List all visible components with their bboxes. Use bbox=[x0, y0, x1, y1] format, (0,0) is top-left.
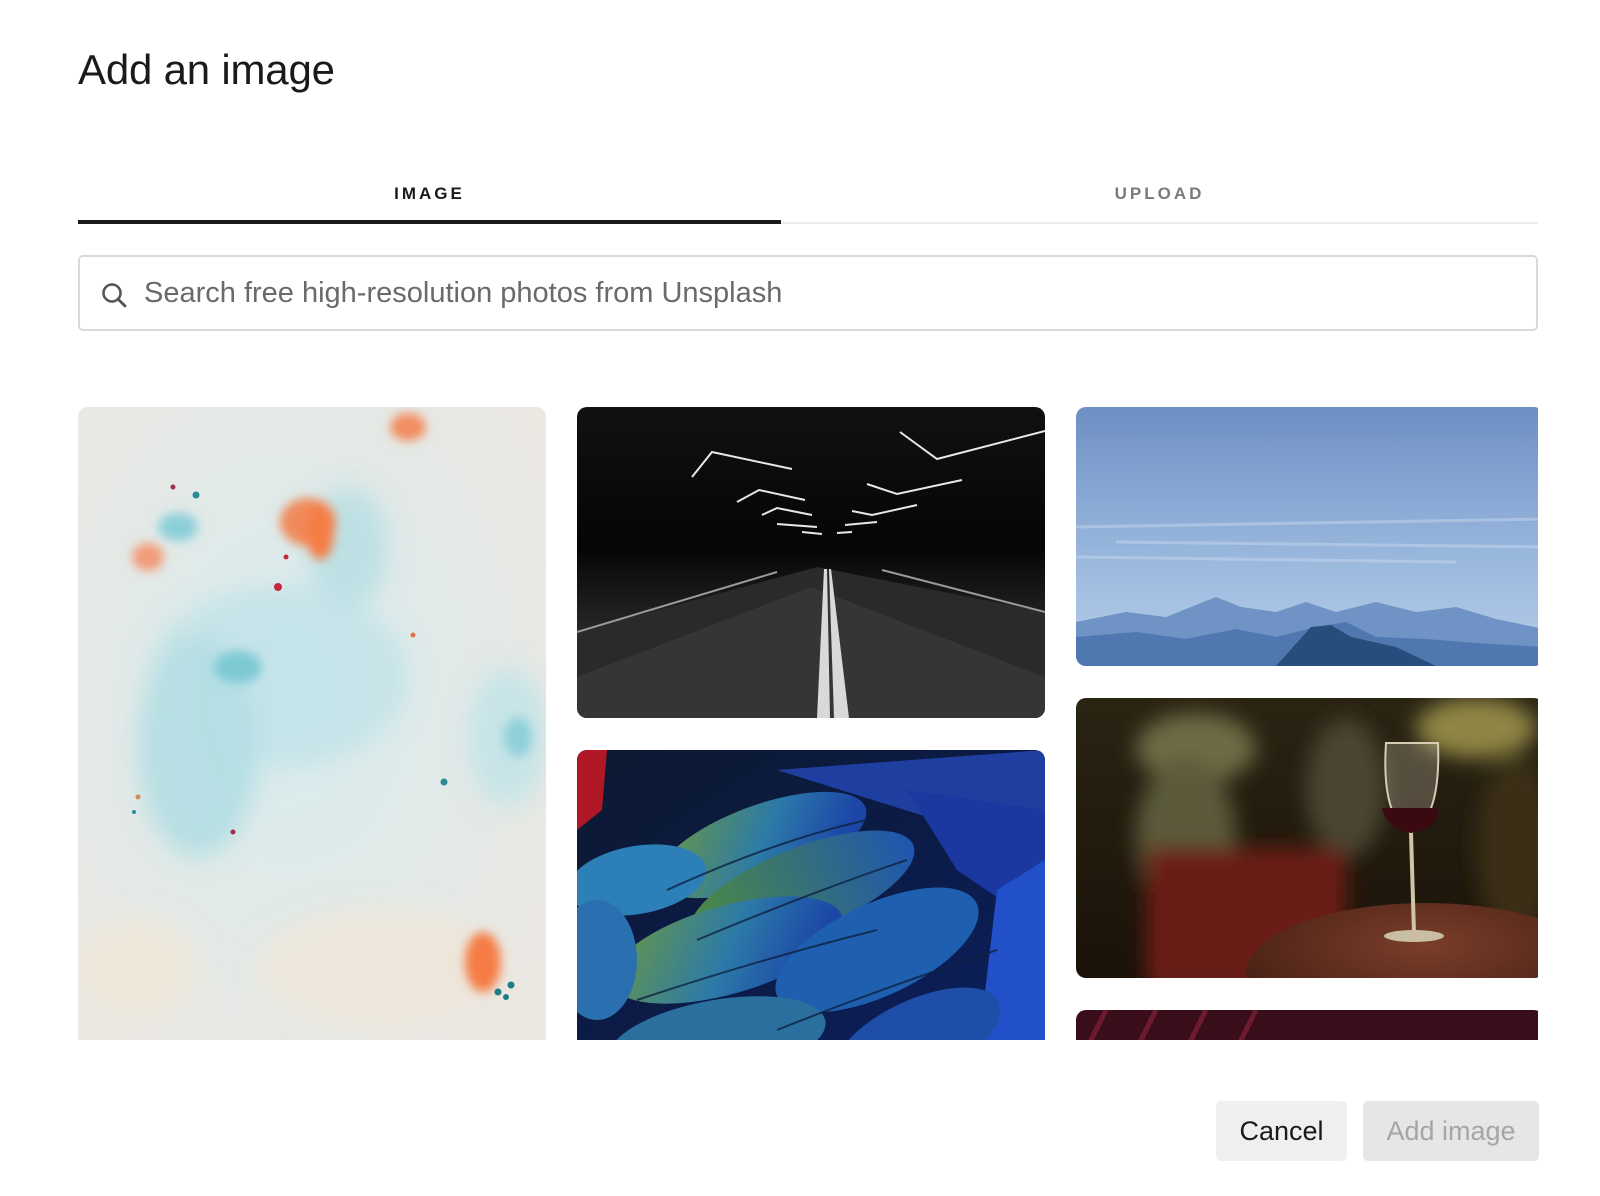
photo-wine-glass-table[interactable] bbox=[1076, 698, 1538, 978]
tab-upload[interactable]: UPLOAD bbox=[781, 184, 1538, 224]
add-image-button[interactable]: Add image bbox=[1363, 1101, 1539, 1161]
photo-blue-mountains-sky[interactable] bbox=[1076, 407, 1538, 666]
tab-bar: IMAGE UPLOAD bbox=[78, 170, 1538, 224]
search-box bbox=[78, 255, 1538, 331]
cancel-button[interactable]: Cancel bbox=[1216, 1101, 1347, 1161]
active-tab-indicator bbox=[78, 220, 781, 224]
photo-abstract-marble[interactable] bbox=[78, 407, 546, 1040]
search-icon bbox=[102, 283, 127, 308]
photo-green-blue-feathers[interactable] bbox=[577, 750, 1045, 1040]
photo-dark-tunnel-road[interactable] bbox=[577, 407, 1045, 718]
tab-image[interactable]: IMAGE bbox=[78, 184, 781, 224]
search-input[interactable] bbox=[144, 257, 1524, 329]
photo-dark-red-partial[interactable] bbox=[1076, 1010, 1538, 1040]
dialog-title: Add an image bbox=[78, 46, 335, 93]
photo-gallery[interactable] bbox=[78, 407, 1538, 1040]
